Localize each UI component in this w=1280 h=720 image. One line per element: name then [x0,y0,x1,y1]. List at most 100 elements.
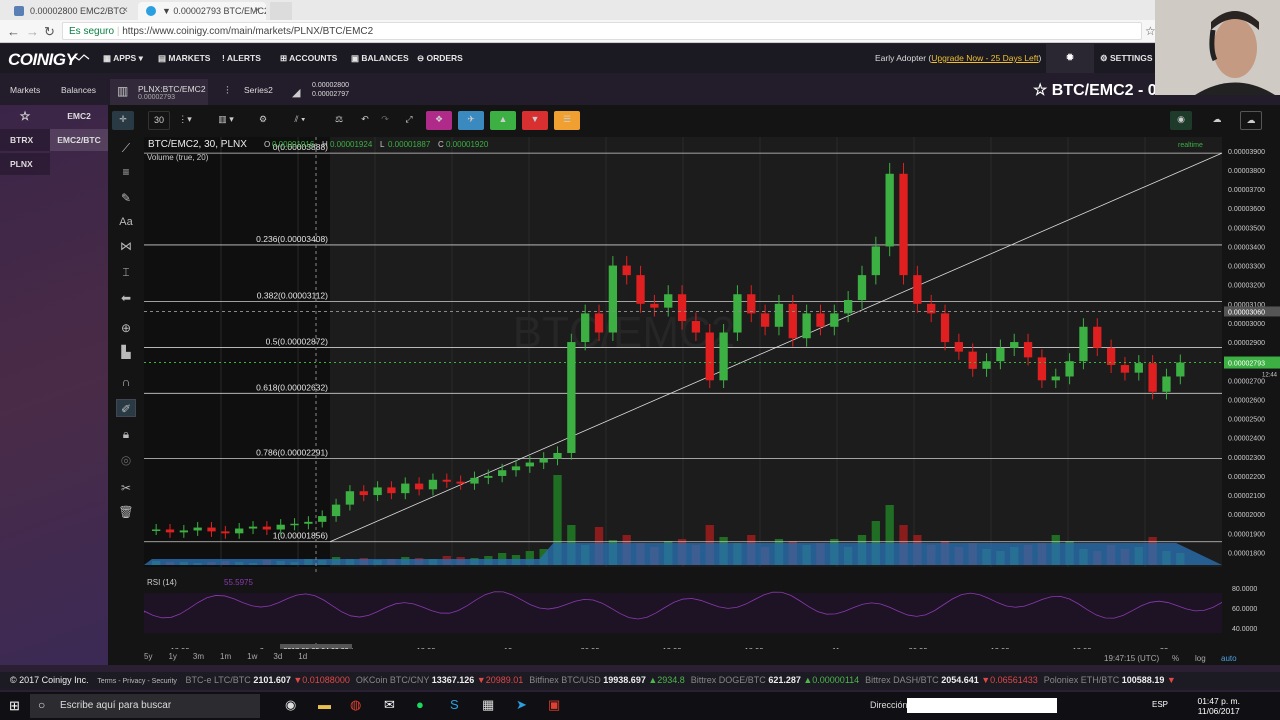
sidebar-item-plnx[interactable]: PLNX [0,153,50,175]
folder-icon[interactable]: ▬ [318,697,331,712]
logo[interactable]: COINIGY [8,50,77,70]
skype-icon[interactable]: S [450,697,459,712]
theme-icon[interactable]: ✹ [1046,44,1094,73]
chart-tab-plnx[interactable]: ▥ PLNX:BTC/EMC2 0.00002793 [110,79,208,105]
auto-toggle[interactable]: auto [1221,654,1237,663]
gear-icon[interactable]: ⚙ [254,111,272,130]
nav-apps[interactable]: ▦ APPS ▾ [103,53,143,64]
log-toggle[interactable]: log [1195,654,1206,663]
megaphone-icon[interactable]: ✈ [458,111,484,130]
indicators-icon[interactable]: ⫽ ▾ [284,111,316,130]
chart-type-icon[interactable]: ▥ ▾ [210,111,242,130]
timeframe-3m[interactable]: 3m [193,652,204,661]
telegram-icon[interactable]: ➤ [516,697,527,713]
cube-icon[interactable]: ❖ [426,111,452,130]
sidebar-item-btrx[interactable]: BTRX [0,129,50,151]
app-icon-1[interactable]: ◉ [285,697,296,713]
address-toolbar-input[interactable] [907,698,1057,713]
ticker-item[interactable]: BTC-e LTC/BTC 2101.607 ▼0.01088000 [185,675,349,685]
settings-button[interactable]: ⚙ SETTINGS [1100,53,1153,64]
windows-start-icon[interactable]: ⊞ [9,698,20,714]
fullscreen-icon[interactable]: ⤢ [400,111,418,130]
candle-body [996,347,1005,362]
nav-markets[interactable]: ▤ MARKETS [158,53,210,64]
taskbar-search[interactable]: ○ Escribe aquí para buscar [30,694,260,718]
price-tick-label: 0.00002700 [1228,378,1265,385]
price-axis[interactable] [1224,137,1280,567]
crosshair-tool-icon[interactable]: ✛ [112,111,134,130]
series-tab[interactable]: Series2 [244,85,273,95]
horizontal-lines-icon[interactable]: ≡ [116,163,136,181]
eye-icon[interactable]: ◎ [116,451,136,469]
percent-toggle[interactable]: % [1172,654,1179,663]
app-icon-2[interactable]: ▣ [548,697,560,713]
browser-tab-1[interactable]: 0.00002800 EMC2/BTC × [6,2,134,20]
text-tool-icon[interactable]: Aa [116,213,136,231]
nav-orders[interactable]: ⊖ ORDERS [417,53,463,64]
nav-balances[interactable]: ▣ BALANCES [351,53,409,64]
timeframe-1d[interactable]: 1d [298,652,307,661]
new-tab-button[interactable] [270,2,292,20]
cloud-upload-icon[interactable]: ☁ [1240,111,1262,130]
back-icon[interactable]: ← [7,24,20,39]
interval-button[interactable]: 30 [148,111,170,130]
timeframe-1y[interactable]: 1y [168,652,176,661]
timeframe-5y[interactable]: 5y [144,652,152,661]
calculator-icon[interactable]: ▦ [482,697,494,713]
sidebar-item-emc2[interactable]: EMC2 [50,105,108,127]
brush-icon[interactable]: ✎ [116,189,136,207]
ticker-item[interactable]: OKCoin BTC/CNY 13367.126 ▼20989.01 [356,675,523,685]
nav-alerts[interactable]: ! ALERTS [222,53,261,63]
pattern-icon[interactable]: ⋈ [116,237,136,255]
magnet-icon[interactable]: ∩ [116,373,136,391]
zoom-icon[interactable]: ⊕ [116,319,136,337]
mail-icon[interactable]: ✉ [384,697,395,713]
timeframe-1w[interactable]: 1w [247,652,257,661]
measure-icon[interactable]: ⌶ [116,263,136,281]
depth-top-value[interactable]: 0.00002800 [312,82,349,89]
compare-icon[interactable]: ⚖ [330,111,348,130]
sell-icon[interactable]: ▼ [522,111,548,130]
ruler-icon[interactable]: ▙ [116,343,136,361]
orders-list-icon[interactable]: ☰ [554,111,580,130]
lock-icon[interactable]: 🔒︎ [116,425,136,443]
trend-line-icon[interactable]: ⟋ [116,139,136,157]
nav-accounts[interactable]: ⊞ ACCOUNTS [280,53,337,64]
pencil-lock-icon[interactable]: ✐ [116,399,136,417]
timeframe-3d[interactable]: 3d [273,652,282,661]
buy-icon[interactable]: ▲ [490,111,516,130]
reload-icon[interactable]: ↻ [44,24,55,40]
tab-balances[interactable]: Balances [61,85,96,95]
upgrade-link[interactable]: Upgrade Now - 25 Days Left [931,53,1038,63]
price-chart[interactable]: BTC/EMC20(0.00003888)0.236(0.00003408)0.… [144,137,1280,649]
arrow-icon[interactable]: ⬅ [116,289,136,307]
favorites-icon[interactable]: ☆ [0,105,50,127]
url-input[interactable]: Es seguro | https://www.coinigy.com/main… [62,22,1142,40]
browser-tab-2[interactable]: ▼ 0.00002793 BTC/EMC2 × [138,2,266,20]
candle-body [1037,357,1047,381]
language-indicator[interactable]: ESP [1152,700,1168,709]
ticker-item[interactable]: Bittrex DASH/BTC 2054.641 ▼0.06561433 [865,675,1038,685]
depth-bottom-value[interactable]: 0.00002797 [312,91,349,98]
chrome-icon[interactable]: ◍ [350,697,361,713]
remove-drawings-icon[interactable]: ✂ [116,479,136,497]
close-tab-icon[interactable]: × [122,5,128,16]
undo-icon[interactable]: ↶ [356,111,374,130]
tab-markets[interactable]: Markets [10,85,40,95]
ticker-item[interactable]: Poloniex ETH/BTC 100588.19 ▼ [1044,675,1176,685]
spotify-icon[interactable]: ● [416,697,424,712]
trash-icon[interactable]: 🗑︎ [116,503,136,521]
price-tick-label: 0.00003600 [1228,206,1265,213]
timeframe-1m[interactable]: 1m [220,652,231,661]
more-icon[interactable]: ⋮▾ [174,111,196,130]
system-clock[interactable]: 01:47 p. m. 11/06/2017 [1197,696,1240,716]
close-tab-icon[interactable]: × [254,5,260,16]
ticker-item[interactable]: Bittrex DOGE/BTC 621.287 ▲0.00000114 [691,675,859,685]
cloud-icon[interactable]: ☁ [1206,111,1228,130]
camera-icon[interactable]: ◉ [1170,111,1192,130]
ticker-item[interactable]: Bitfinex BTC/USD 19938.697 ▲2934.8 [529,675,685,685]
forward-icon[interactable]: → [26,24,39,39]
sidebar-item-emc2-btc[interactable]: EMC2/BTC [50,129,108,151]
redo-icon[interactable]: ↷ [376,111,394,130]
footer-links[interactable]: Terms - Privacy - Security [97,678,177,685]
